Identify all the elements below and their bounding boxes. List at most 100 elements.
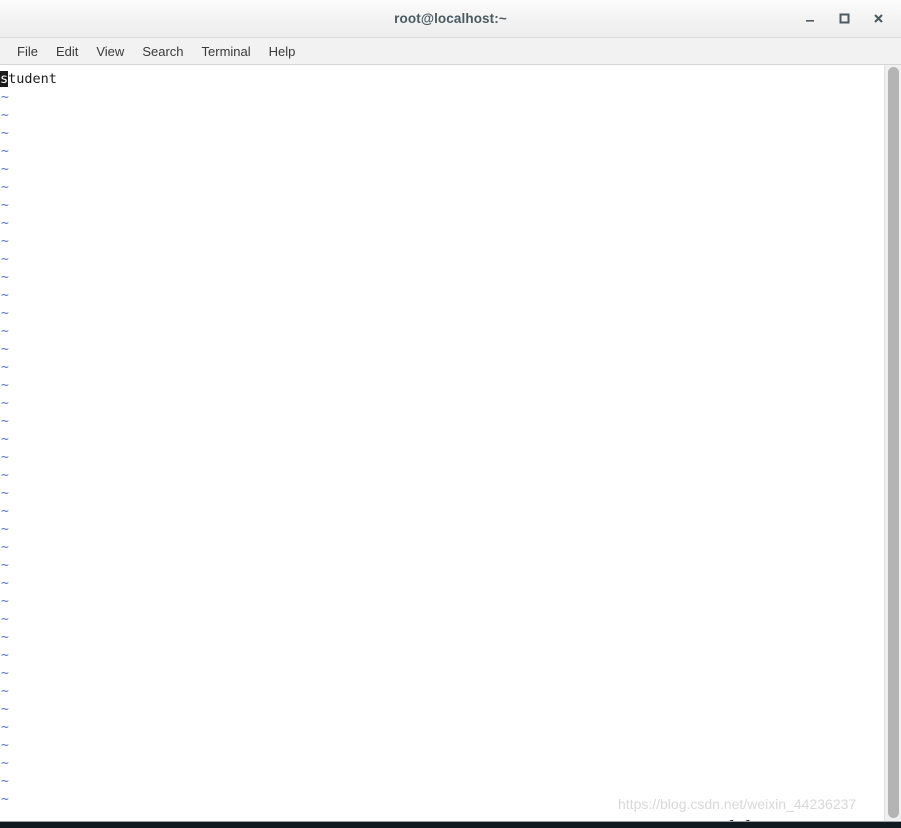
tilde-marker: ~ bbox=[1, 738, 9, 753]
tilde-marker: ~ bbox=[1, 702, 9, 717]
editor-empty-line: ~ bbox=[0, 736, 884, 754]
tilde-marker: ~ bbox=[1, 324, 9, 339]
tilde-marker: ~ bbox=[1, 270, 9, 285]
tilde-marker: ~ bbox=[1, 576, 9, 591]
tilde-marker: ~ bbox=[1, 648, 9, 663]
tilde-marker: ~ bbox=[1, 198, 9, 213]
editor-empty-line: ~ bbox=[0, 574, 884, 592]
tilde-marker: ~ bbox=[1, 774, 9, 789]
editor-empty-line: ~ bbox=[0, 232, 884, 250]
editor-empty-lines: ~ ~ ~ ~ ~ ~ ~ ~ ~ ~ ~ ~ ~ ~ ~ ~ ~ ~ ~ ~ ~ ~ ~ ~ ~ ~ ~ ~ ~ ~ ~ ~ ~ ~ ~ ~ ~ ~ ~ ~ bbox=[0, 88, 884, 808]
editor-empty-line: ~ bbox=[0, 394, 884, 412]
tilde-marker: ~ bbox=[1, 468, 9, 483]
tilde-marker: ~ bbox=[1, 558, 9, 573]
editor-empty-line: ~ bbox=[0, 376, 884, 394]
tilde-marker: ~ bbox=[1, 594, 9, 609]
menu-item-search[interactable]: Search bbox=[133, 41, 192, 62]
tilde-marker: ~ bbox=[1, 144, 9, 159]
editor-empty-line: ~ bbox=[0, 772, 884, 790]
editor-empty-line: ~ bbox=[0, 106, 884, 124]
tilde-marker: ~ bbox=[1, 234, 9, 249]
menu-bar: File Edit View Search Terminal Help bbox=[0, 38, 901, 65]
menu-item-file[interactable]: File bbox=[8, 41, 47, 62]
editor-empty-line: ~ bbox=[0, 88, 884, 106]
editor-empty-line: ~ bbox=[0, 682, 884, 700]
tilde-marker: ~ bbox=[1, 630, 9, 645]
editor-empty-line: ~ bbox=[0, 412, 884, 430]
tilde-marker: ~ bbox=[1, 450, 9, 465]
tilde-marker: ~ bbox=[1, 396, 9, 411]
editor-buffer: student ~ ~ ~ ~ ~ ~ ~ ~ ~ ~ ~ ~ ~ ~ ~ ~ ~ ~ ~ ~ ~ ~ ~ ~ ~ ~ ~ ~ ~ ~ ~ ~… bbox=[0, 70, 884, 821]
terminal-area: student ~ ~ ~ ~ ~ ~ ~ ~ ~ ~ ~ ~ ~ ~ ~ ~ ~ ~ ~ ~ ~ ~ ~ ~ ~ ~ ~ ~ ~ ~ ~ ~… bbox=[0, 65, 901, 821]
window-bottom-strip bbox=[0, 821, 901, 828]
tilde-marker: ~ bbox=[1, 432, 9, 447]
editor-empty-line: ~ bbox=[0, 520, 884, 538]
editor-empty-line: ~ bbox=[0, 466, 884, 484]
menu-item-help[interactable]: Help bbox=[260, 41, 305, 62]
editor-empty-line: ~ bbox=[0, 718, 884, 736]
editor-empty-line: ~ bbox=[0, 628, 884, 646]
editor-empty-line: ~ bbox=[0, 142, 884, 160]
tilde-marker: ~ bbox=[1, 720, 9, 735]
editor-empty-line: ~ bbox=[0, 502, 884, 520]
editor-empty-line: ~ bbox=[0, 286, 884, 304]
editor-empty-line: ~ bbox=[0, 592, 884, 610]
maximize-icon bbox=[839, 13, 849, 24]
tilde-marker: ~ bbox=[1, 162, 9, 177]
editor-empty-line: ~ bbox=[0, 610, 884, 628]
maximize-button[interactable] bbox=[827, 4, 861, 34]
editor-line-1-text: tudent bbox=[8, 71, 57, 87]
tilde-marker: ~ bbox=[1, 612, 9, 627]
editor-empty-line: ~ bbox=[0, 700, 884, 718]
tilde-marker: ~ bbox=[1, 360, 9, 375]
tilde-marker: ~ bbox=[1, 342, 9, 357]
minimize-button[interactable] bbox=[793, 4, 827, 34]
tilde-marker: ~ bbox=[1, 306, 9, 321]
editor-empty-line: ~ bbox=[0, 322, 884, 340]
cursor-position-indicator: 1,1 bbox=[728, 817, 752, 821]
tilde-marker: ~ bbox=[1, 126, 9, 141]
editor-empty-line: ~ bbox=[0, 196, 884, 214]
terminal-screen[interactable]: student ~ ~ ~ ~ ~ ~ ~ ~ ~ ~ ~ ~ ~ ~ ~ ~ ~ ~ ~ ~ ~ ~ ~ ~ ~ ~ ~ ~ ~ ~ ~ ~… bbox=[0, 65, 884, 821]
editor-line-1: student bbox=[0, 70, 884, 88]
vim-status-line: 1,1 All bbox=[0, 799, 884, 821]
editor-empty-line: ~ bbox=[0, 358, 884, 376]
tilde-marker: ~ bbox=[1, 90, 9, 105]
editor-empty-line: ~ bbox=[0, 178, 884, 196]
window-controls bbox=[793, 0, 895, 37]
menu-item-terminal[interactable]: Terminal bbox=[193, 41, 260, 62]
editor-empty-line: ~ bbox=[0, 754, 884, 772]
close-button[interactable] bbox=[861, 4, 895, 34]
editor-empty-line: ~ bbox=[0, 250, 884, 268]
editor-empty-line: ~ bbox=[0, 214, 884, 232]
tilde-marker: ~ bbox=[1, 288, 9, 303]
editor-empty-line: ~ bbox=[0, 484, 884, 502]
editor-empty-line: ~ bbox=[0, 646, 884, 664]
tilde-marker: ~ bbox=[1, 252, 9, 267]
menu-item-view[interactable]: View bbox=[87, 41, 133, 62]
text-cursor: s bbox=[0, 71, 9, 87]
tilde-marker: ~ bbox=[1, 666, 9, 681]
tilde-marker: ~ bbox=[1, 756, 9, 771]
scrollbar-thumb[interactable] bbox=[888, 67, 899, 818]
menu-item-edit[interactable]: Edit bbox=[47, 41, 87, 62]
tilde-marker: ~ bbox=[1, 684, 9, 699]
close-icon bbox=[873, 14, 883, 23]
tilde-marker: ~ bbox=[1, 378, 9, 393]
tilde-marker: ~ bbox=[1, 522, 9, 537]
terminal-window: root@localhost:~ File Edit View Search T… bbox=[0, 0, 901, 828]
editor-empty-line: ~ bbox=[0, 304, 884, 322]
editor-empty-line: ~ bbox=[0, 538, 884, 556]
minimize-icon bbox=[805, 20, 814, 22]
tilde-marker: ~ bbox=[1, 414, 9, 429]
tilde-marker: ~ bbox=[1, 486, 9, 501]
editor-empty-line: ~ bbox=[0, 160, 884, 178]
editor-empty-line: ~ bbox=[0, 124, 884, 142]
editor-empty-line: ~ bbox=[0, 556, 884, 574]
tilde-marker: ~ bbox=[1, 180, 9, 195]
editor-empty-line: ~ bbox=[0, 430, 884, 448]
editor-empty-line: ~ bbox=[0, 268, 884, 286]
title-bar[interactable]: root@localhost:~ bbox=[0, 0, 901, 38]
vertical-scrollbar[interactable] bbox=[884, 65, 901, 821]
tilde-marker: ~ bbox=[1, 504, 9, 519]
